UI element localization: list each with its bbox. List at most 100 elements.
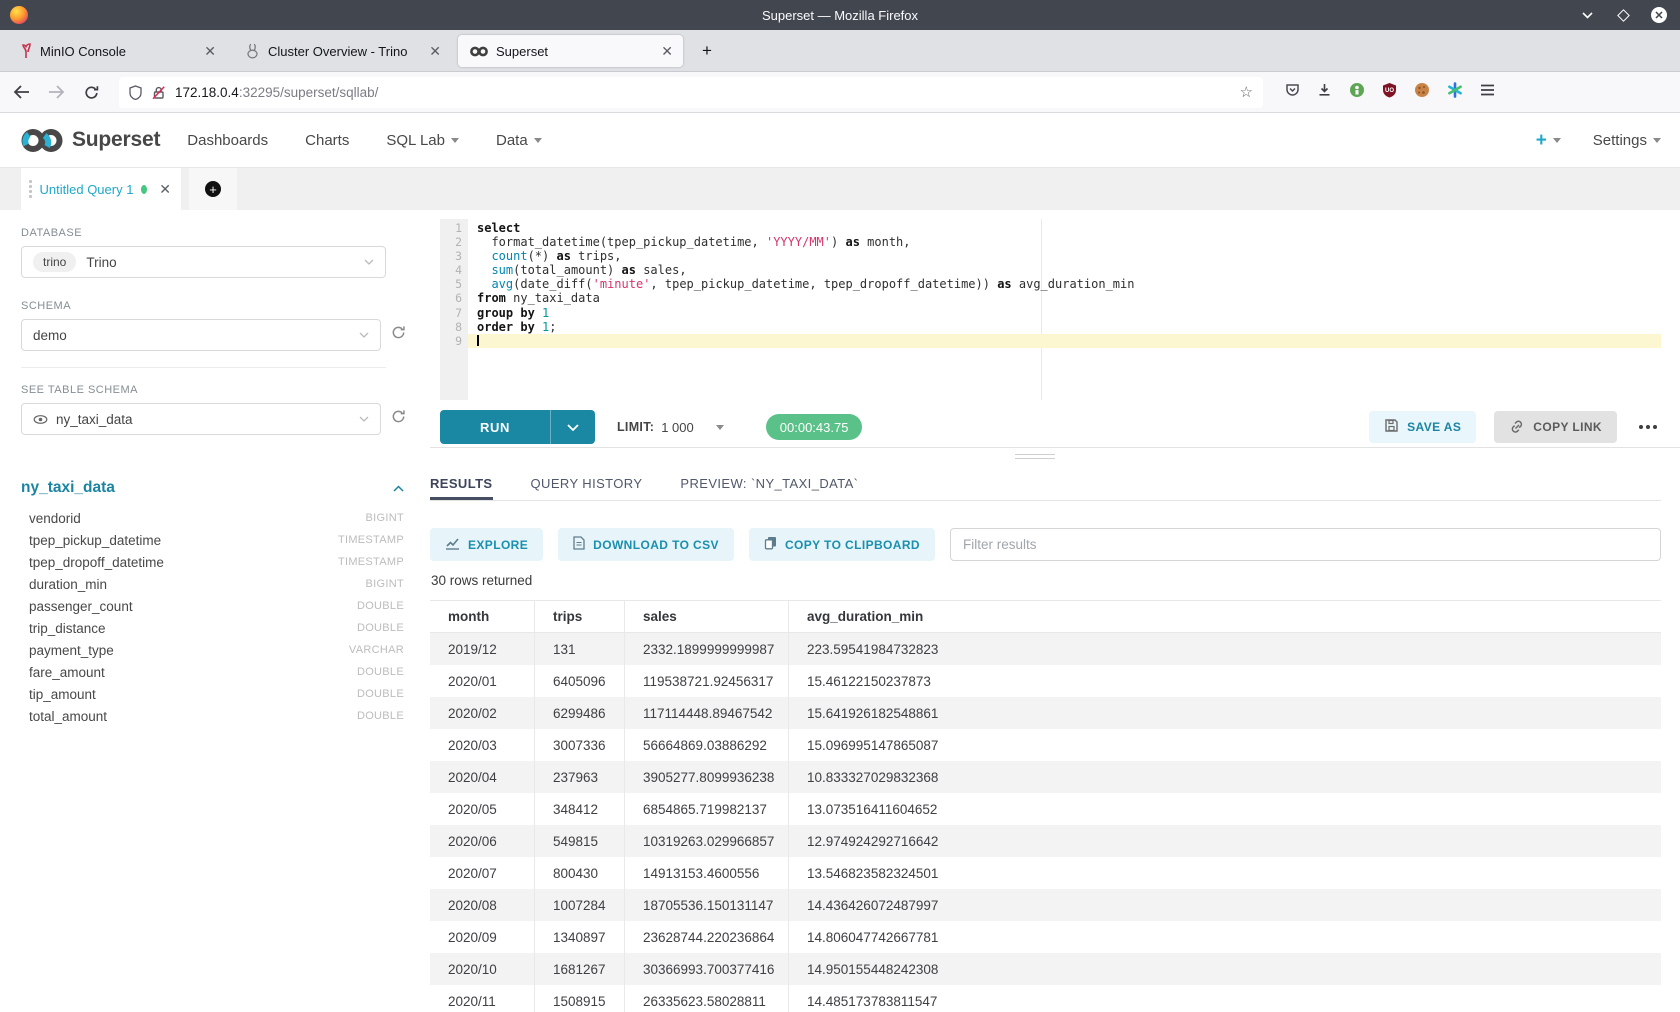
save-as-button[interactable]: SAVE AS [1369, 411, 1476, 443]
table-row: 2020/042379633905277.809993623810.833327… [430, 761, 1661, 793]
browser-tab-trino[interactable]: Cluster Overview - Trino ✕ [233, 30, 451, 72]
superset-logo[interactable]: Superset [19, 127, 160, 154]
schema-select[interactable]: demo [21, 319, 381, 351]
table-row: 2020/08100728418705536.15013114714.43642… [430, 889, 1661, 921]
close-button[interactable]: ✕ [1650, 6, 1668, 24]
column-header-sales[interactable]: sales [625, 601, 789, 632]
extension-green-icon[interactable] [1349, 82, 1365, 103]
copy-link-button[interactable]: COPY LINK [1494, 411, 1617, 443]
table-row: 2020/026299486117114448.8946754215.64192… [430, 697, 1661, 729]
column-header-trips[interactable]: trips [535, 601, 625, 632]
add-query-tab-button[interactable]: + [189, 168, 237, 210]
forward-button[interactable] [42, 78, 70, 106]
superset-navbar: Superset Dashboards Charts SQL Lab Data … [0, 113, 1680, 168]
copy-to-clipboard-button[interactable]: COPY TO CLIPBOARD [749, 528, 935, 561]
insecure-lock-icon[interactable] [151, 85, 166, 100]
query-tab[interactable]: Untitled Query 1 ✕ [21, 168, 181, 210]
results-actions: EXPLORE DOWNLOAD TO CSV COPY TO CLIPBOAR… [430, 528, 1661, 561]
copy-icon [764, 536, 777, 553]
column-header-avg_duration_min[interactable]: avg_duration_min [789, 601, 1661, 632]
tab-close-icon[interactable]: ✕ [204, 44, 216, 58]
tab-preview-table[interactable]: PREVIEW: `NY_TAXI_DATA` [680, 467, 858, 500]
bookmark-star-icon[interactable]: ☆ [1240, 83, 1253, 101]
nav-item-charts[interactable]: Charts [305, 132, 349, 149]
tab-query-history[interactable]: QUERY HISTORY [531, 467, 643, 500]
schema-column: payment_typeVARCHAR [21, 639, 404, 661]
collapse-table-icon[interactable] [393, 485, 404, 492]
minio-icon [20, 43, 32, 59]
svg-text:UO: UO [1385, 88, 1394, 94]
browser-url-toolbar: 172.18.0.4:32295/superset/sqllab/ ☆ UO [0, 72, 1680, 113]
menu-hamburger-icon[interactable] [1480, 83, 1495, 101]
explore-button[interactable]: EXPLORE [430, 528, 543, 561]
tab-close-icon[interactable]: ✕ [661, 44, 673, 58]
query-tab-close-icon[interactable]: ✕ [159, 181, 171, 198]
ublock-icon[interactable]: UO [1382, 82, 1397, 103]
reload-button[interactable] [77, 78, 105, 106]
run-options-button[interactable] [550, 410, 595, 444]
downloads-icon[interactable] [1317, 82, 1332, 102]
schema-column: fare_amountDOUBLE [21, 661, 404, 683]
chevron-down-icon [451, 138, 459, 143]
results-table: monthtripssalesavg_duration_min 2019/121… [430, 600, 1661, 1012]
download-csv-button[interactable]: DOWNLOAD TO CSV [558, 528, 734, 561]
browser-tab-minio[interactable]: MinIO Console ✕ [8, 30, 226, 72]
maximize-button[interactable] [1614, 6, 1632, 24]
new-object-button[interactable]: + [1536, 131, 1561, 150]
schema-column: tpep_dropoff_datetimeTIMESTAMP [21, 551, 404, 573]
code-line: order by 1; [468, 320, 1661, 334]
cookie-icon[interactable] [1414, 82, 1430, 103]
eye-icon [33, 415, 48, 424]
filter-results-input[interactable] [950, 528, 1661, 561]
extension-asterisk-icon[interactable] [1447, 82, 1463, 103]
nav-item-data[interactable]: Data [496, 132, 542, 149]
query-status-dot [141, 185, 147, 194]
minimize-button[interactable] [1578, 6, 1596, 24]
pocket-icon[interactable] [1285, 82, 1300, 102]
schema-column: passenger_countDOUBLE [21, 595, 404, 617]
nav-item-dashboards[interactable]: Dashboards [187, 132, 268, 149]
refresh-schema-icon[interactable] [391, 325, 406, 345]
drag-grip-icon[interactable] [29, 180, 32, 198]
table-row: 2020/10168126730366993.70037741614.95015… [430, 953, 1661, 985]
code-line: avg(date_diff('minute', tpep_pickup_date… [468, 277, 1661, 291]
chevron-down-icon [359, 416, 369, 422]
new-tab-button[interactable]: + [695, 39, 719, 63]
table-row: 2020/053484126854865.71998213713.0735164… [430, 793, 1661, 825]
table-select[interactable]: ny_taxi_data [21, 403, 381, 435]
run-button[interactable]: RUN [440, 410, 550, 444]
sqllab-sidebar: DATABASE trino Trino SCHEMA demo [0, 210, 430, 1012]
link-icon [1509, 419, 1525, 436]
settings-menu[interactable]: Settings [1593, 132, 1661, 149]
pane-resize-handle[interactable] [1015, 454, 1055, 462]
schema-column: duration_minBIGINT [21, 573, 404, 595]
browser-tab-superset[interactable]: Superset ✕ [458, 35, 683, 67]
limit-dropdown[interactable]: LIMIT: 1 000 [617, 420, 724, 435]
tab-close-icon[interactable]: ✕ [429, 44, 441, 58]
chevron-down-icon [1653, 138, 1661, 143]
shield-icon[interactable] [129, 85, 142, 100]
run-button-group: RUN [440, 410, 595, 444]
database-label: DATABASE [21, 227, 406, 240]
schema-column-list: vendoridBIGINTtpep_pickup_datetimeTIMEST… [21, 507, 404, 727]
text-cursor [477, 335, 479, 346]
query-timer-badge: 00:00:43.75 [766, 414, 863, 440]
back-button[interactable] [7, 78, 35, 106]
table-row: 2019/121312332.1899999999987223.59541984… [430, 633, 1661, 665]
results-table-header: monthtripssalesavg_duration_min [430, 600, 1661, 633]
editor-code-lines: select format_datetime(tpep_pickup_datet… [468, 219, 1661, 348]
url-text[interactable]: 172.18.0.4:32295/superset/sqllab/ [175, 85, 1232, 100]
brand-name: Superset [72, 128, 160, 152]
database-select[interactable]: trino Trino [21, 246, 386, 278]
table-row: 2020/0654981510319263.02996685712.974924… [430, 825, 1661, 857]
column-header-month[interactable]: month [430, 601, 535, 632]
pane-divider [430, 447, 1680, 448]
tab-results[interactable]: RESULTS [430, 467, 493, 500]
nav-item-sqllab[interactable]: SQL Lab [386, 132, 459, 149]
schema-column: trip_distanceDOUBLE [21, 617, 404, 639]
url-bar[interactable]: 172.18.0.4:32295/superset/sqllab/ ☆ [119, 77, 1263, 108]
code-line: format_datetime(tpep_pickup_datetime, 'Y… [468, 235, 1661, 249]
refresh-table-icon[interactable] [391, 409, 406, 429]
more-options-button[interactable] [1635, 425, 1661, 429]
sql-editor[interactable]: 123456789 select format_datetime(tpep_pi… [440, 219, 1661, 400]
